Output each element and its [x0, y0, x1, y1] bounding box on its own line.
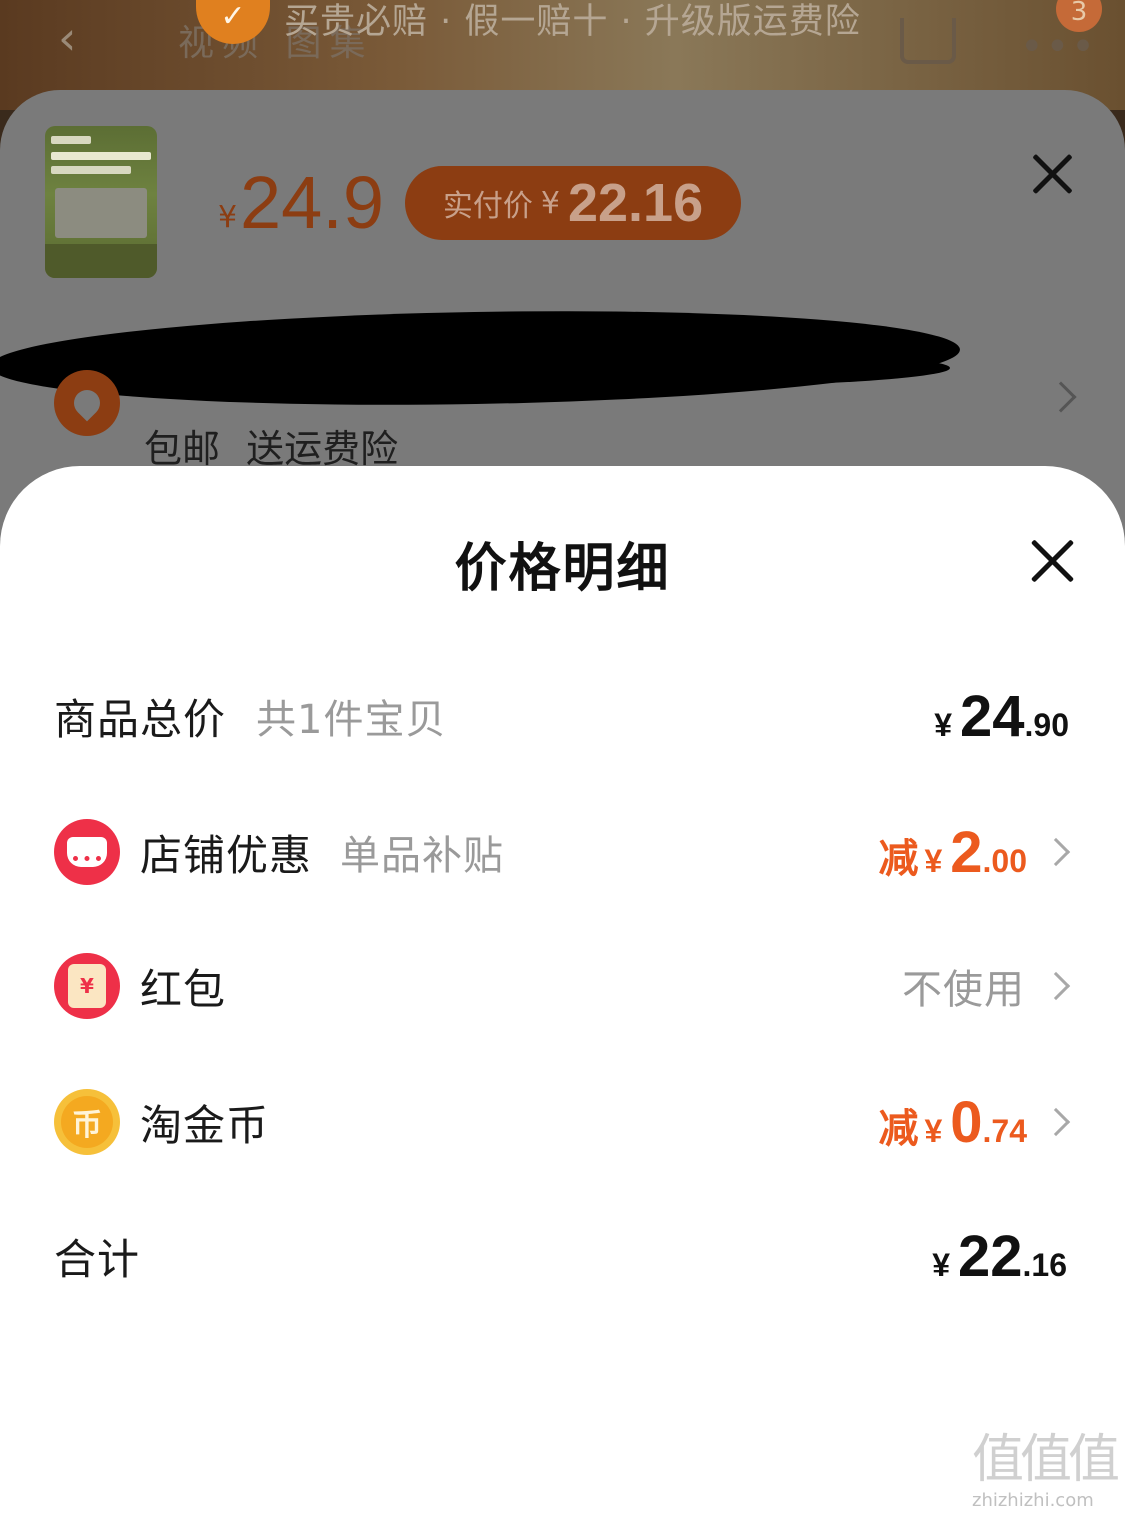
- minus-label: 减: [878, 1105, 919, 1152]
- sku-close-icon[interactable]: [1030, 152, 1074, 196]
- taojinbi-amount: 减 ¥ 0 .74: [878, 1089, 1027, 1156]
- currency-symbol: ¥: [924, 842, 943, 879]
- sheet-title: 价格明细: [454, 539, 671, 599]
- back-icon[interactable]: ‹: [58, 14, 98, 62]
- actual-pay-pill: 实付价 ¥ 22.16: [405, 166, 741, 240]
- amount-decimal: .00: [982, 842, 1027, 879]
- red-packet-icon: ¥: [54, 953, 120, 1019]
- redaction-mark-2: [60, 348, 950, 388]
- actual-pay-label: 实付价: [442, 189, 533, 224]
- close-icon[interactable]: [1030, 538, 1076, 584]
- minus-label: 减: [878, 835, 919, 882]
- row-store-discount[interactable]: 店铺优惠 单品补贴 减 ¥ 2 .00: [0, 812, 1125, 892]
- row-goods-total: 商品总价 共1件宝贝 ¥ 24 .90: [0, 676, 1125, 756]
- shield-check-icon: ✓: [196, 0, 270, 44]
- amount-decimal: .74: [982, 1112, 1027, 1149]
- amount-integer: 2: [950, 819, 983, 885]
- row-red-packet[interactable]: ¥ 红包 不使用: [0, 946, 1125, 1026]
- store-icon: [54, 819, 120, 885]
- amount-decimal: .16: [1022, 1246, 1067, 1283]
- currency-symbol: ¥: [934, 706, 952, 743]
- amount-integer: 0: [950, 1089, 983, 1155]
- store-discount-label: 店铺优惠: [140, 830, 313, 880]
- guarantee-banner[interactable]: ✓ 买贵必赔 · 假一赔十 · 升级版运费险: [196, 0, 861, 46]
- cart-icon[interactable]: [900, 18, 956, 64]
- red-packet-label: 红包: [140, 964, 227, 1014]
- actual-pay-price: 22.16: [567, 173, 704, 233]
- watermark-url: zhizhizhi.com: [972, 1490, 1094, 1511]
- chevron-right-icon: [1041, 971, 1071, 1001]
- shipping-info: 包邮 送运费险: [144, 427, 399, 471]
- chevron-right-icon: [1041, 837, 1071, 867]
- goods-total-amount: ¥ 24 .90: [934, 683, 1069, 750]
- chevron-right-icon: [1041, 1107, 1071, 1137]
- currency-symbol: ¥: [924, 1112, 943, 1149]
- amount-integer: 22: [958, 1223, 1023, 1289]
- taojinbi-label: 淘金币: [140, 1100, 270, 1150]
- location-pin-icon: [54, 370, 120, 436]
- total-amount: ¥ 22 .16: [932, 1223, 1067, 1290]
- amount-integer: 24: [960, 683, 1025, 749]
- store-discount-sub: 单品补贴: [340, 833, 504, 879]
- more-icon[interactable]: •••: [1020, 24, 1097, 70]
- actual-pay-currency: ¥: [540, 185, 560, 221]
- site-watermark: 值值值 zhizhizhi.com: [972, 1430, 1122, 1511]
- currency-symbol: ¥: [932, 1246, 950, 1283]
- sku-price-currency: ¥: [218, 200, 238, 235]
- product-thumbnail: [45, 126, 157, 278]
- red-packet-value: 不使用: [902, 967, 1025, 1013]
- total-label: 合计: [54, 1234, 141, 1284]
- coin-icon: 币: [54, 1089, 120, 1155]
- goods-count: 共1件宝贝: [256, 697, 447, 743]
- store-discount-amount: 减 ¥ 2 .00: [878, 819, 1027, 886]
- price-detail-sheet: 价格明细 商品总价 共1件宝贝 ¥ 24 .90 店铺优惠 单品补贴 减 ¥ 2…: [0, 466, 1125, 1518]
- address-chevron-icon[interactable]: [1045, 381, 1077, 413]
- watermark-logo: 值值值: [972, 1430, 1120, 1490]
- row-total: 合计 ¥ 22 .16: [0, 1216, 1125, 1296]
- amount-decimal: .90: [1024, 706, 1069, 743]
- sku-price: 24.9: [240, 161, 385, 244]
- goods-total-label: 商品总价: [54, 694, 227, 744]
- row-taojinbi[interactable]: 币 淘金币 减 ¥ 0 .74: [0, 1082, 1125, 1162]
- guarantee-text: 买贵必赔 · 假一赔十 · 升级版运费险: [284, 1, 861, 42]
